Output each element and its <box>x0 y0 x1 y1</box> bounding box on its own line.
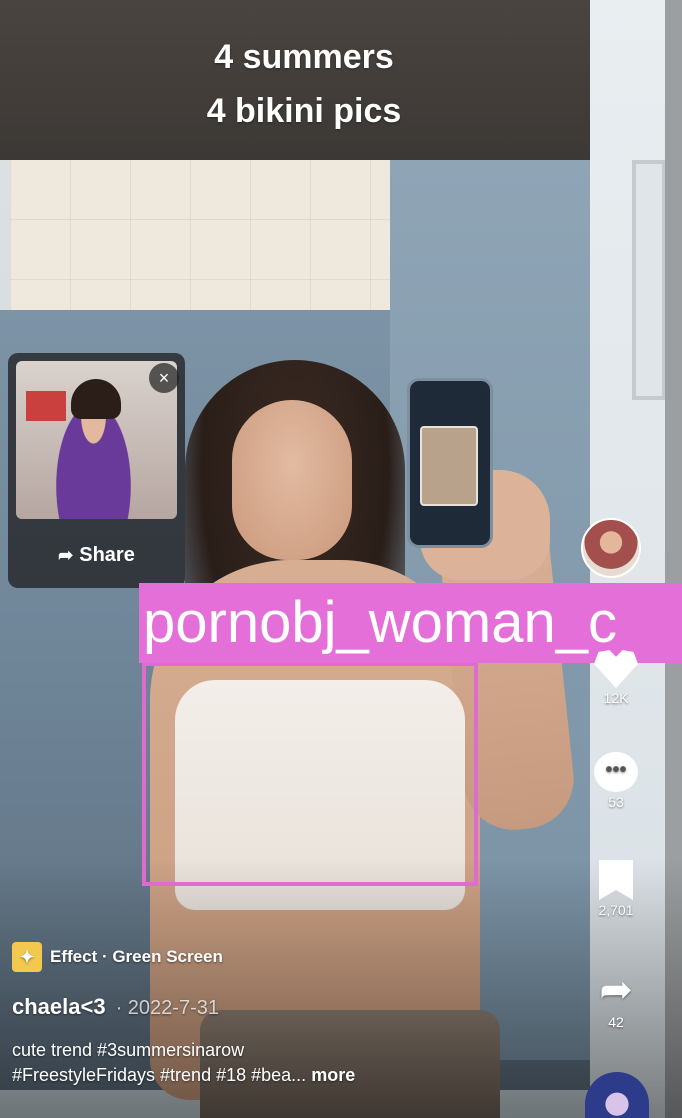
effect-icon: ✦ <box>12 942 42 972</box>
detection-box <box>142 662 478 886</box>
heart-icon <box>594 650 638 688</box>
effect-tag[interactable]: ✦ Effect · Green Screen <box>12 940 572 974</box>
share-button-label: Share <box>79 543 135 566</box>
like-count: 12K <box>603 690 629 706</box>
share-button[interactable]: ➦ Share <box>8 535 185 575</box>
share-arrow-icon: ➦ <box>599 968 633 1012</box>
person-face <box>232 400 352 560</box>
share-card[interactable]: × ➦ Share <box>8 353 185 588</box>
comment-count: 53 <box>608 794 624 810</box>
post-info: ✦ Effect · Green Screen chaela<3 · 2022-… <box>12 940 572 1088</box>
phone-case-card <box>420 426 478 506</box>
description-line-2: #FreestyleFridays #trend #18 #bea... mor… <box>12 1063 572 1088</box>
like-button[interactable]: 12K <box>586 648 646 706</box>
bookmark-count: 2,701 <box>598 902 634 918</box>
description-line-1: cute trend #3summersinarow <box>12 1040 245 1060</box>
creator-avatar[interactable] <box>581 518 641 578</box>
post-description: cute trend #3summersinarow #FreestyleFri… <box>12 1038 572 1088</box>
post-date: · 2022-7-31 <box>115 997 219 1019</box>
share-action-button[interactable]: ➦ 42 <box>586 968 646 1030</box>
caption-line-2: 4 bikini pics <box>206 92 402 131</box>
comment-icon: ••• <box>594 752 638 792</box>
effect-label: Effect · Green Screen <box>50 947 223 966</box>
ceiling-tiles <box>10 160 400 330</box>
description-hashtags: #FreestyleFridays #trend #18 #bea... <box>12 1065 307 1086</box>
video-caption: 4 summers 4 bikini pics <box>0 30 608 139</box>
phone <box>407 378 493 548</box>
more-link[interactable]: more <box>311 1065 355 1085</box>
share-arrow-icon: ➦ <box>58 544 74 565</box>
author-name[interactable]: chaela<3 <box>12 994 106 1020</box>
caption-line-1: 4 summers <box>214 38 394 76</box>
window-frame <box>632 160 666 400</box>
comment-button[interactable]: ••• 53 <box>586 752 646 810</box>
close-icon[interactable]: × <box>149 363 179 393</box>
bookmark-button[interactable]: 2,701 <box>586 860 646 918</box>
share-count: 42 <box>608 1014 624 1030</box>
author-row: chaela<3 · 2022-7-31 <box>12 994 572 1020</box>
bookmark-icon <box>599 860 633 900</box>
